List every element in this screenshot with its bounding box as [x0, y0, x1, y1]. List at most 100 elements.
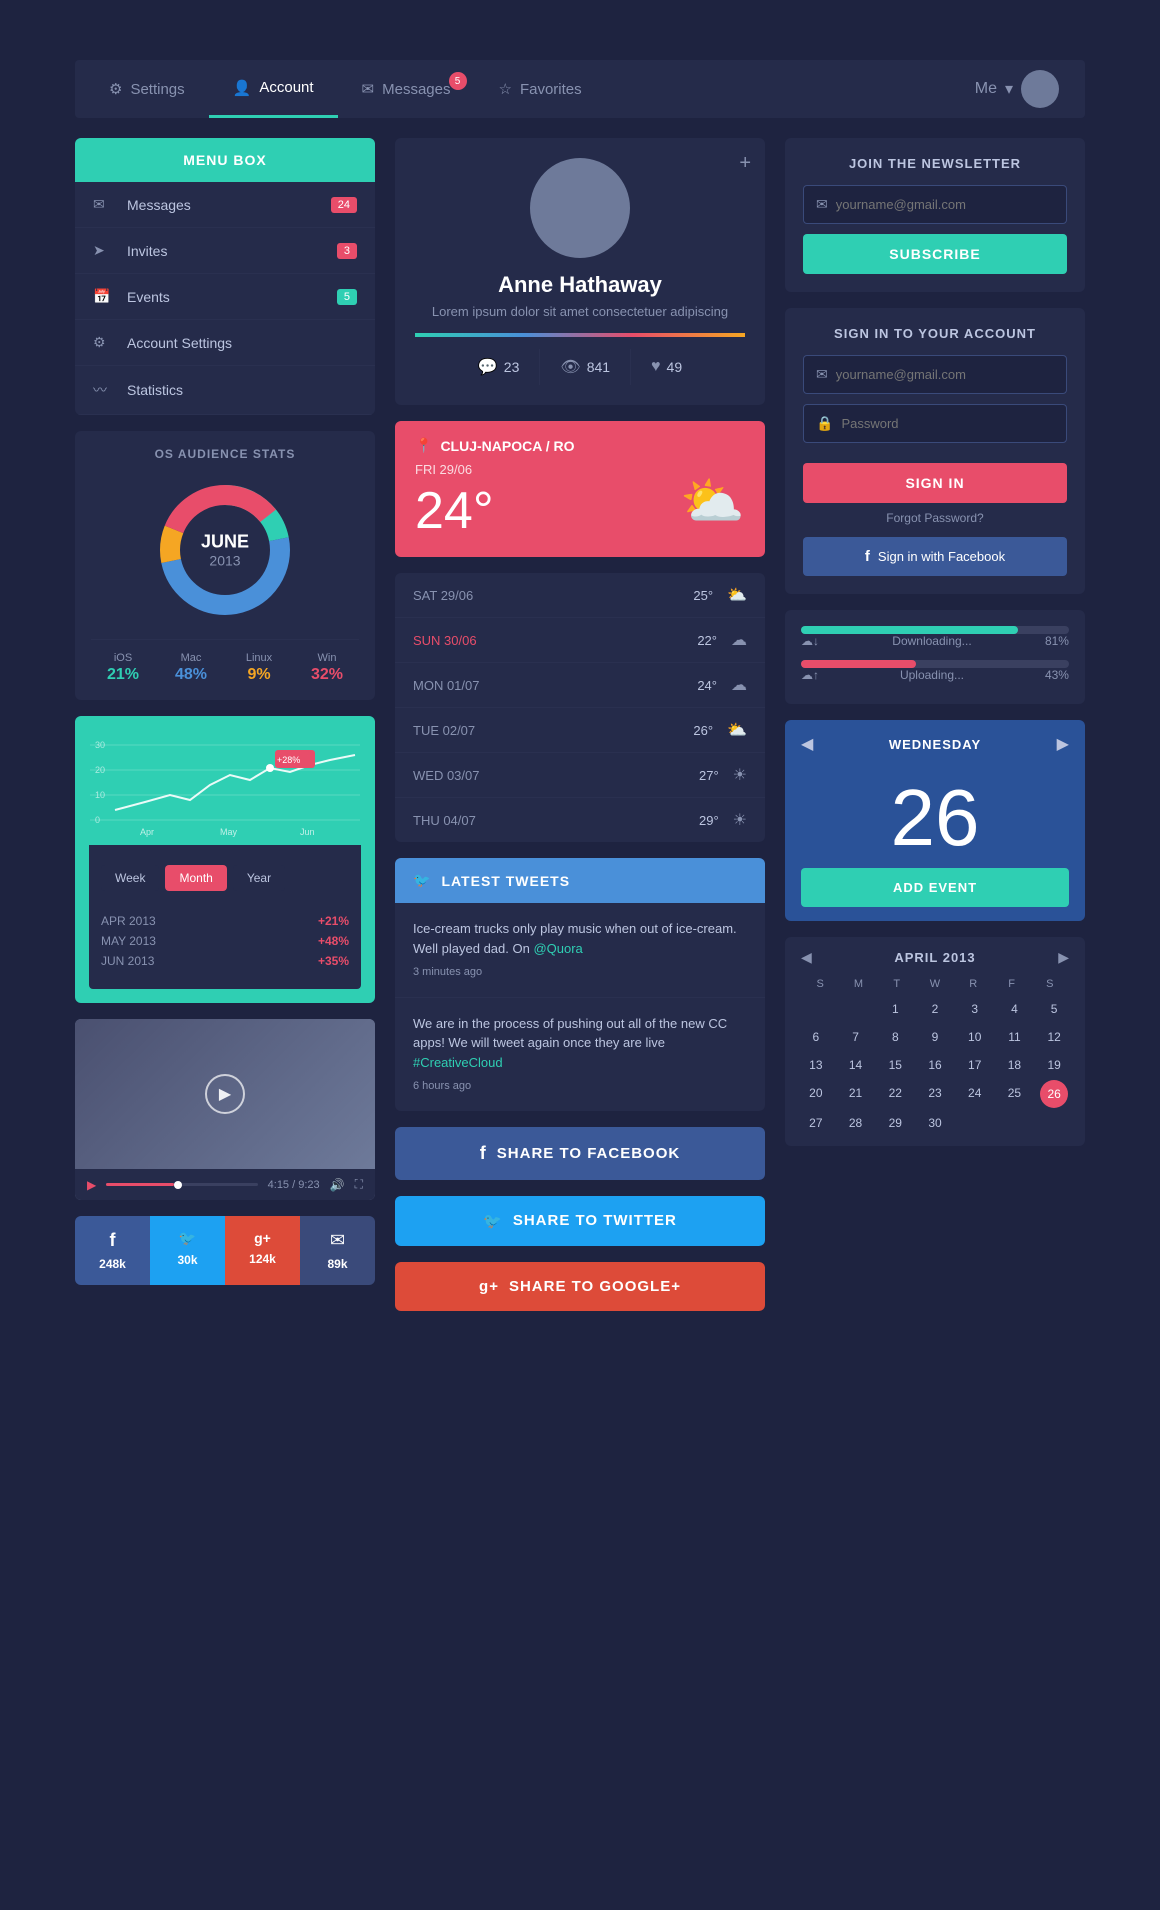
menu-box-header: MENU BOX: [75, 138, 375, 182]
weather-icon-sat: ⛅: [727, 585, 747, 605]
signin-email-field[interactable]: ✉: [803, 355, 1067, 394]
twitter-icon: 🐦: [179, 1230, 196, 1247]
facebook-signin-label: Sign in with Facebook: [878, 549, 1005, 564]
svg-text:20: 20: [95, 765, 105, 775]
weather-icon-sun: ☁: [731, 630, 747, 650]
menu-item-statistics[interactable]: 〰 Statistics: [75, 366, 375, 415]
signin-email-input[interactable]: [836, 367, 1054, 382]
signin-password-field[interactable]: 🔒: [803, 404, 1067, 443]
weather-icon: ⛅: [680, 471, 745, 532]
upload-progress-fill: [801, 660, 916, 668]
chart-stat-jun: JUN 2013 +35%: [101, 951, 349, 971]
weather-icon-mon: ☁: [731, 675, 747, 695]
os-audience-stats: OS AUDIENCE STATS: [75, 431, 375, 700]
facebook-icon: f: [110, 1230, 116, 1251]
main-grid: MENU BOX ✉ Messages 24 ➤ Invites 3 📅 Eve…: [75, 138, 1085, 1311]
newsletter-title: JOIN THE NEWSLETTER: [803, 156, 1067, 171]
social-facebook[interactable]: f 248k: [75, 1216, 150, 1285]
share-googleplus-button[interactable]: g+ SHARE TO GOOGLE+: [395, 1262, 765, 1311]
year-button[interactable]: Year: [233, 865, 285, 891]
video-player: ▶ ▶ 4:15 / 9:23 🔊 ⛶: [75, 1019, 375, 1200]
chart-bottom: Week Month Year APR 2013 +21% MAY 2013 +…: [89, 845, 361, 989]
menu-box: MENU BOX ✉ Messages 24 ➤ Invites 3 📅 Eve…: [75, 138, 375, 415]
menu-item-invites-label: Invites: [127, 243, 337, 259]
subscribe-button[interactable]: SUBSCRIBE: [803, 234, 1067, 274]
social-googleplus[interactable]: g+ 124k: [225, 1216, 300, 1285]
profile-stat-views: 👁 841: [540, 349, 631, 385]
signin-button[interactable]: SIGN IN: [803, 463, 1067, 503]
tab-settings[interactable]: ⚙ Settings: [85, 62, 209, 116]
tab-account[interactable]: 👤 Account: [209, 61, 338, 118]
profile-color-bar: [415, 333, 745, 337]
svg-text:Apr: Apr: [140, 827, 154, 837]
signin-password-input[interactable]: [841, 416, 1054, 431]
avatar: [1021, 70, 1059, 108]
week-button[interactable]: Week: [101, 865, 159, 891]
user-menu[interactable]: Me ▾: [959, 60, 1075, 118]
video-controls: ▶ 4:15 / 9:23 🔊 ⛶: [75, 1169, 375, 1200]
weather-forecast: SAT 29/06 25° ⛅ SUN 30/06 22° ☁ MON 01/0…: [395, 573, 765, 842]
tweets-box: 🐦 LATEST TWEETS Ice-cream trucks only pl…: [395, 858, 765, 1111]
cal-next-button[interactable]: ▶: [1057, 734, 1069, 754]
tab-favorites[interactable]: ☆ Favorites: [475, 62, 606, 116]
comments-count: 23: [504, 359, 520, 375]
cal-prev-button[interactable]: ◀: [801, 734, 813, 754]
share-twitter-button[interactable]: 🐦 SHARE TO TWITTER: [395, 1196, 765, 1246]
cal-day-name: WEDNESDAY: [889, 737, 981, 752]
video-progress-dot: [174, 1181, 182, 1189]
favorites-icon: ☆: [499, 80, 512, 98]
month-button[interactable]: Month: [165, 865, 226, 891]
share-facebook-label: SHARE TO FACEBOOK: [497, 1145, 680, 1162]
add-event-button[interactable]: ADD EVENT: [801, 868, 1069, 907]
video-progress-fill: [106, 1183, 174, 1186]
weather-main: FRI 29/06 24° ⛅: [415, 462, 745, 541]
newsletter-email-input[interactable]: [836, 197, 1054, 212]
volume-icon[interactable]: 🔊: [330, 1178, 345, 1192]
play-button[interactable]: ▶: [205, 1074, 245, 1114]
profile-avatar: [530, 158, 630, 258]
play-icon[interactable]: ▶: [87, 1178, 96, 1192]
social-email[interactable]: ✉ 89k: [300, 1216, 375, 1285]
newsletter-email-field[interactable]: ✉: [803, 185, 1067, 224]
svg-text:30: 30: [95, 740, 105, 750]
svg-text:0: 0: [95, 815, 100, 825]
location-icon: 📍: [415, 437, 432, 454]
share-facebook-button[interactable]: f SHARE TO FACEBOOK: [395, 1127, 765, 1180]
today-marker[interactable]: 26: [1040, 1080, 1068, 1108]
menu-item-messages-label: Messages: [127, 197, 331, 213]
video-progress-bar[interactable]: [106, 1183, 257, 1186]
calendar-widget: ◀ WEDNESDAY ▶ 26 ADD EVENT: [785, 720, 1085, 921]
tab-messages[interactable]: ✉ Messages 5: [338, 62, 475, 116]
fullscreen-icon[interactable]: ⛶: [355, 1177, 363, 1192]
small-cal-month: APRIL 2013: [894, 950, 975, 965]
weather-location: 📍 CLUJ-NAPOCA / RO: [415, 437, 745, 454]
download-pct: 81%: [1045, 634, 1069, 648]
facebook-signin-button[interactable]: f Sign in with Facebook: [803, 537, 1067, 576]
menu-item-invites[interactable]: ➤ Invites 3: [75, 228, 375, 274]
weather-row-tue: TUE 02/07 26° ⛅: [395, 708, 765, 753]
menu-item-events[interactable]: 📅 Events 5: [75, 274, 375, 320]
social-twitter[interactable]: 🐦 30k: [150, 1216, 225, 1285]
twitter-header-icon: 🐦: [413, 872, 431, 889]
cal-widget-header: ◀ WEDNESDAY ▶: [785, 720, 1085, 768]
social-share-bar: f 248k 🐦 30k g+ 124k ✉ 89k: [75, 1216, 375, 1285]
views-icon: 👁: [560, 357, 580, 377]
menu-item-messages[interactable]: ✉ Messages 24: [75, 182, 375, 228]
small-cal-prev-button[interactable]: ◀: [801, 949, 812, 966]
facebook-count: 248k: [99, 1257, 126, 1271]
os-stats-title: OS AUDIENCE STATS: [91, 447, 359, 461]
chart-stat-apr: APR 2013 +21%: [101, 911, 349, 931]
menu-item-account-settings[interactable]: ⚙ Account Settings: [75, 320, 375, 366]
tweet-time-1: 6 hours ago: [413, 1078, 747, 1095]
weather-row-thu: THU 04/07 29° ☀: [395, 798, 765, 842]
settings-icon: ⚙: [109, 80, 122, 98]
weather-row-mon: MON 01/07 24° ☁: [395, 663, 765, 708]
share-twitter-label: SHARE TO TWITTER: [513, 1212, 677, 1229]
tab-settings-label: Settings: [130, 81, 184, 98]
tab-messages-label: Messages: [382, 81, 450, 98]
profile-stats: 💬 23 👁 841 ♥ 49: [415, 349, 745, 385]
events-count-badge: 5: [337, 289, 357, 305]
small-cal-next-button[interactable]: ▶: [1058, 949, 1069, 966]
forgot-password-link[interactable]: Forgot Password?: [803, 511, 1067, 525]
profile-add-button[interactable]: +: [739, 152, 751, 175]
